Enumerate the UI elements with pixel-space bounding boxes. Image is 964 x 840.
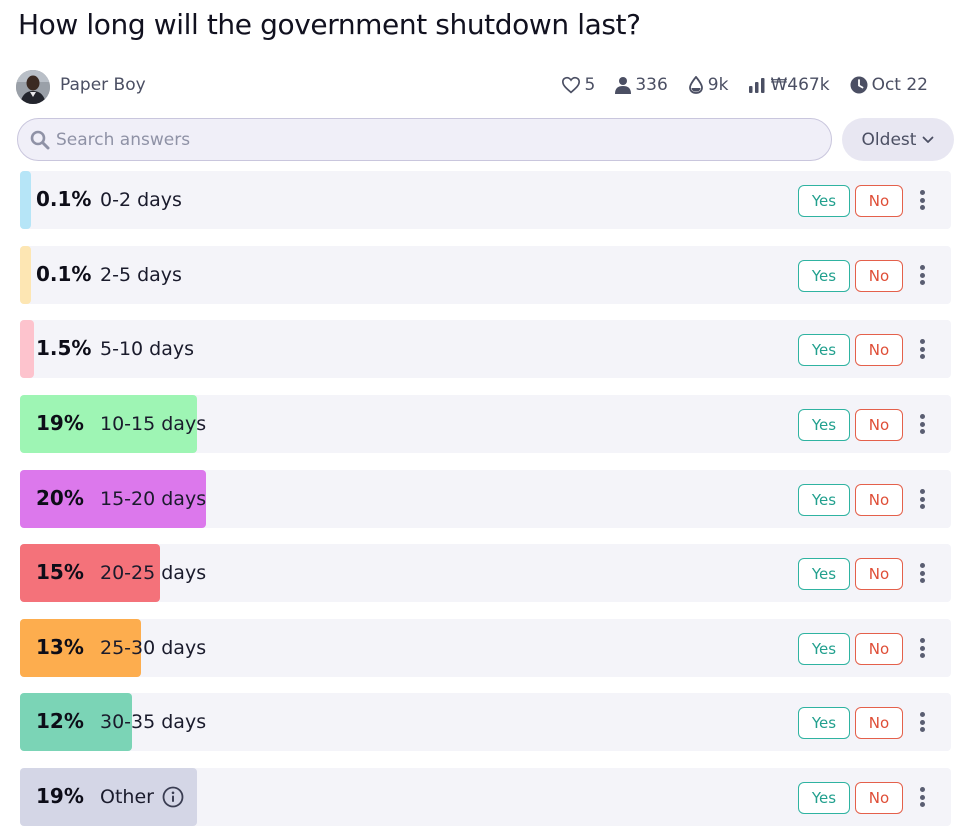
volume-stat[interactable]: ₩467k <box>748 75 830 95</box>
likes-stat[interactable]: 5 <box>561 75 596 95</box>
probability-bar <box>20 320 34 378</box>
no-button[interactable]: No <box>855 185 903 217</box>
sort-dropdown[interactable]: Oldest <box>842 118 954 161</box>
answer-label: 15-20 days <box>100 488 206 510</box>
info-icon[interactable] <box>162 786 184 808</box>
more-options-icon[interactable] <box>915 784 929 810</box>
answer-label: 20-25 days <box>100 562 206 584</box>
avatar[interactable] <box>16 70 50 104</box>
liquidity-stat[interactable]: 9k <box>688 75 729 95</box>
traders-count: 336 <box>635 75 668 95</box>
answer-row: 1.5% 5-10 days Yes No <box>20 320 951 378</box>
volume-value: ₩467k <box>770 75 830 95</box>
more-options-icon[interactable] <box>915 411 929 437</box>
no-button[interactable]: No <box>855 409 903 441</box>
answer-probability: 0.1% <box>36 187 92 211</box>
answer-label: Other <box>100 786 184 808</box>
answer-label: 0-2 days <box>100 189 182 211</box>
answer-text: Other <box>100 786 154 808</box>
droplet-icon <box>688 76 703 94</box>
answer-text: 0-2 days <box>100 189 182 211</box>
more-options-icon[interactable] <box>915 635 929 661</box>
more-options-icon[interactable] <box>915 336 929 362</box>
yes-button[interactable]: Yes <box>798 334 850 366</box>
no-button[interactable]: No <box>855 633 903 665</box>
answer-text: 2-5 days <box>100 264 182 286</box>
traders-stat[interactable]: 336 <box>615 75 668 95</box>
answer-text: 20-25 days <box>100 562 207 584</box>
answer-probability: 12% <box>36 709 84 733</box>
answer-text: 25-30 days <box>100 637 207 659</box>
yes-button[interactable]: Yes <box>798 558 850 590</box>
clock-icon <box>850 76 868 94</box>
more-options-icon[interactable] <box>915 262 929 288</box>
date-stat[interactable]: Oct 22 <box>850 75 928 95</box>
answer-probability: 15% <box>36 560 84 584</box>
answer-probability: 20% <box>36 486 84 510</box>
yes-button[interactable]: Yes <box>798 185 850 217</box>
question-meta: Paper Boy 5 336 9k ₩467k Oct 22 <box>16 68 956 104</box>
probability-bar <box>20 246 31 304</box>
no-button[interactable]: No <box>855 484 903 516</box>
answer-probability: 19% <box>36 784 84 808</box>
no-button[interactable]: No <box>855 782 903 814</box>
answer-label: 2-5 days <box>100 264 182 286</box>
answer-row: 12% 30-35 days Yes No <box>20 693 951 751</box>
yes-button[interactable]: Yes <box>798 260 850 292</box>
answer-probability: 1.5% <box>36 336 92 360</box>
yes-button[interactable]: Yes <box>798 782 850 814</box>
chevron-down-icon <box>923 136 934 143</box>
answer-row: 15% 20-25 days Yes No <box>20 544 951 602</box>
answer-row: 19% Other Yes No <box>20 768 951 826</box>
answer-row: 19% 10-15 days Yes No <box>20 395 951 453</box>
answer-label: 10-15 days <box>100 413 206 435</box>
answer-label: 25-30 days <box>100 637 206 659</box>
answer-text: 30-35 days <box>100 711 207 733</box>
answer-probability: 0.1% <box>36 262 92 286</box>
search-input[interactable] <box>56 127 816 153</box>
no-button[interactable]: No <box>855 707 903 739</box>
no-button[interactable]: No <box>855 334 903 366</box>
more-options-icon[interactable] <box>915 187 929 213</box>
answer-label: 30-35 days <box>100 711 206 733</box>
answer-row: 20% 15-20 days Yes No <box>20 470 951 528</box>
probability-bar <box>20 171 31 229</box>
answer-row: 0.1% 2-5 days Yes No <box>20 246 951 304</box>
more-options-icon[interactable] <box>915 709 929 735</box>
bar-chart-icon <box>749 78 765 93</box>
yes-button[interactable]: Yes <box>798 633 850 665</box>
created-date: Oct 22 <box>871 75 928 95</box>
heart-icon <box>561 76 580 94</box>
more-options-icon[interactable] <box>915 560 929 586</box>
yes-button[interactable]: Yes <box>798 707 850 739</box>
sort-label: Oldest <box>861 129 917 150</box>
stats-bar: 5 336 9k ₩467k Oct 22 <box>561 75 928 95</box>
answer-label: 5-10 days <box>100 338 194 360</box>
user-icon <box>615 77 632 94</box>
answer-text: 5-10 days <box>100 338 195 360</box>
answer-row: 0.1% 0-2 days Yes No <box>20 171 951 229</box>
answer-text: 15-20 days <box>100 488 207 510</box>
page-title: How long will the government shutdown la… <box>18 8 641 41</box>
answer-probability: 19% <box>36 411 84 435</box>
more-options-icon[interactable] <box>915 486 929 512</box>
no-button[interactable]: No <box>855 558 903 590</box>
search-bar[interactable] <box>17 118 832 161</box>
answer-row: 13% 25-30 days Yes No <box>20 619 951 677</box>
search-icon <box>30 130 50 150</box>
answer-text: 10-15 days <box>100 413 207 435</box>
likes-count: 5 <box>584 75 596 95</box>
author-name[interactable]: Paper Boy <box>60 75 146 95</box>
liquidity-value: 9k <box>707 75 729 95</box>
answer-probability: 13% <box>36 635 84 659</box>
no-button[interactable]: No <box>855 260 903 292</box>
yes-button[interactable]: Yes <box>798 484 850 516</box>
avatar-image <box>16 70 50 104</box>
yes-button[interactable]: Yes <box>798 409 850 441</box>
